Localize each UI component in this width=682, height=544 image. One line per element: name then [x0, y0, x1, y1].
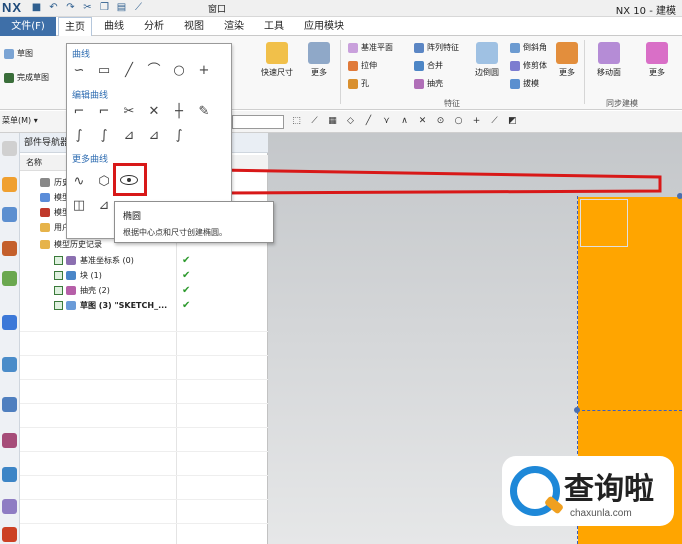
circle-icon[interactable]: ○	[171, 63, 187, 79]
section-curve-title: 曲线	[72, 50, 91, 60]
tooltip-description: 根据中心点和尺寸创建椭圆。	[123, 228, 227, 237]
conic-icon[interactable]: ◫	[71, 198, 87, 214]
fillet-icon[interactable]: ⌐	[71, 104, 87, 120]
spline-icon[interactable]: ∽	[71, 63, 87, 79]
ellipse-tooltip: 椭圆 根据中心点和尺寸创建椭圆。	[114, 201, 274, 243]
curve-tools-row: ∽ ▭ ╱ ⌒ ○ +	[71, 63, 212, 79]
mirror-curve-icon[interactable]: ∫	[96, 128, 112, 144]
project-curve-icon[interactable]: ∫	[171, 128, 187, 144]
more-curve-tools-row-1: ∿ ⬡	[71, 174, 112, 190]
fit-curve-icon[interactable]: ⊿	[96, 198, 112, 214]
watermark: 查询啦 chaxunla.com	[502, 456, 674, 526]
pattern-curve-icon[interactable]: ⊿	[121, 128, 137, 144]
more-curve-tools-row-2: ◫ ⊿	[71, 198, 112, 214]
quick-trim-icon[interactable]: ✂	[121, 104, 137, 120]
edit-curve-tools-row-1: ⌐ ⌐ ✂ ✕ ┼ ✎	[71, 104, 212, 120]
edit-curve-tools-row-2: ∫ ∫ ⊿ ⊿ ∫	[71, 128, 187, 144]
section-more-curve-title: 更多曲线	[72, 155, 109, 165]
studio-spline-icon[interactable]: ∿	[71, 174, 87, 190]
watermark-url: chaxunla.com	[570, 508, 632, 519]
offset-curve-icon[interactable]: ∫	[71, 128, 87, 144]
add-existing-curve-icon[interactable]: ⊿	[146, 128, 162, 144]
watermark-brand: 查询啦	[564, 472, 654, 507]
edit-curve-icon[interactable]: ✎	[196, 104, 212, 120]
tooltip-title: 椭圆	[123, 212, 142, 222]
chamfer-curve-icon[interactable]: ⌐	[96, 104, 112, 120]
ellipse-center-dot	[127, 178, 131, 182]
line-icon[interactable]: ╱	[121, 63, 137, 79]
arc-icon[interactable]: ⌒	[146, 63, 162, 79]
polygon-icon[interactable]: ⬡	[96, 174, 112, 190]
quick-extend-icon[interactable]: ✕	[146, 104, 162, 120]
make-corner-icon[interactable]: ┼	[171, 104, 187, 120]
rectangle-icon[interactable]: ▭	[96, 63, 112, 79]
section-edit-curve-title: 编辑曲线	[72, 91, 109, 101]
point-icon[interactable]: +	[196, 63, 212, 79]
